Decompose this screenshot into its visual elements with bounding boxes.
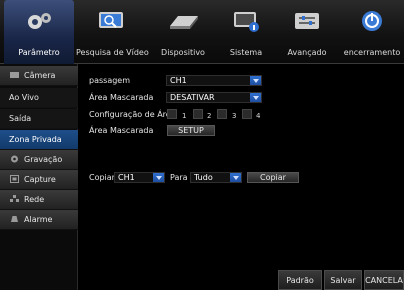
chevron-down-icon <box>153 173 164 182</box>
setup-button[interactable]: SETUP <box>167 125 215 136</box>
hard-disk-icon <box>170 16 198 29</box>
gear-icon <box>28 13 51 29</box>
sidebar-item-ao-vivo[interactable]: Ao Vivo <box>0 88 78 108</box>
area-3-checkbox[interactable] <box>217 109 227 119</box>
tab-sistema[interactable]: Sistema <box>218 0 274 64</box>
area-1-checkbox[interactable] <box>167 109 177 119</box>
copy-button[interactable]: Copiar <box>247 172 299 183</box>
tab-label: encerramento <box>343 48 401 57</box>
area-4-checkbox[interactable] <box>242 109 252 119</box>
search-video-icon <box>99 12 123 28</box>
sidebar-item-alarme[interactable]: Alarme <box>0 210 78 230</box>
camera-icon <box>10 71 19 78</box>
area-4-label: 4 <box>256 112 261 120</box>
area-mascarada-setup-label: Área Mascarada <box>89 126 154 135</box>
area-2-label: 2 <box>207 112 212 120</box>
chevron-down-icon <box>250 76 261 85</box>
sidebar-item-zona-privada[interactable]: Zona Privada <box>0 130 78 150</box>
area-mascarada-select[interactable]: DESATIVAR <box>166 92 262 103</box>
area-3-label: 3 <box>232 112 237 120</box>
tab-dispositivo[interactable]: Dispositivo <box>150 0 216 64</box>
sidebar-item-gravacao[interactable]: Gravação <box>0 150 78 170</box>
tab-encerramento[interactable]: encerramento <box>340 0 404 64</box>
chevron-down-icon <box>250 93 261 102</box>
passagem-label: passagem <box>89 76 131 85</box>
tab-avancado[interactable]: Avançado <box>276 0 338 64</box>
tab-label: Dispositivo <box>161 48 205 57</box>
para-label: Para <box>170 173 188 182</box>
capture-icon <box>10 174 19 183</box>
sidebar-item-rede[interactable]: Rede <box>0 190 78 210</box>
area-mascarada-label: Área Mascarada <box>89 93 154 102</box>
passagem-select[interactable]: CH1 <box>166 75 262 86</box>
power-icon <box>362 11 382 31</box>
tab-parametro[interactable]: Parâmetro <box>4 0 74 64</box>
para-select[interactable]: Tudo <box>190 172 242 183</box>
save-button[interactable]: Salvar <box>324 270 362 290</box>
sidebar-item-camera[interactable]: Câmera <box>0 66 78 86</box>
copiar-select[interactable]: CH1 <box>114 172 165 183</box>
area-1-label: 1 <box>182 112 187 120</box>
tab-label: Pesquisa de Vídeo <box>76 48 149 57</box>
sidebar-item-capture[interactable]: Capture <box>0 170 78 190</box>
gear-small-icon <box>11 155 18 162</box>
advanced-panel-icon <box>295 13 319 29</box>
chevron-down-icon <box>230 173 241 182</box>
tab-label: Parâmetro <box>18 48 60 57</box>
cancel-button[interactable]: CANCELA <box>364 270 404 290</box>
config-area-label: Configuração de Área <box>89 110 176 119</box>
monitor-info-icon <box>234 12 259 32</box>
sidebar: Câmera Ao Vivo Saída Zona Privada Gravaç… <box>0 64 78 290</box>
copiar-label: Copiar <box>89 173 115 182</box>
tab-pesquisa-video[interactable]: Pesquisa de Vídeo <box>76 0 149 64</box>
alarm-icon <box>11 215 18 222</box>
network-icon <box>10 194 19 202</box>
top-menu-bar: Parâmetro Pesquisa de Vídeo Dispositivo … <box>0 0 404 64</box>
tab-label: Avançado <box>287 48 327 57</box>
tab-label: Sistema <box>229 48 263 57</box>
area-2-checkbox[interactable] <box>193 109 203 119</box>
sidebar-item-saida[interactable]: Saída <box>0 109 78 129</box>
default-button[interactable]: Padrão <box>278 270 322 290</box>
